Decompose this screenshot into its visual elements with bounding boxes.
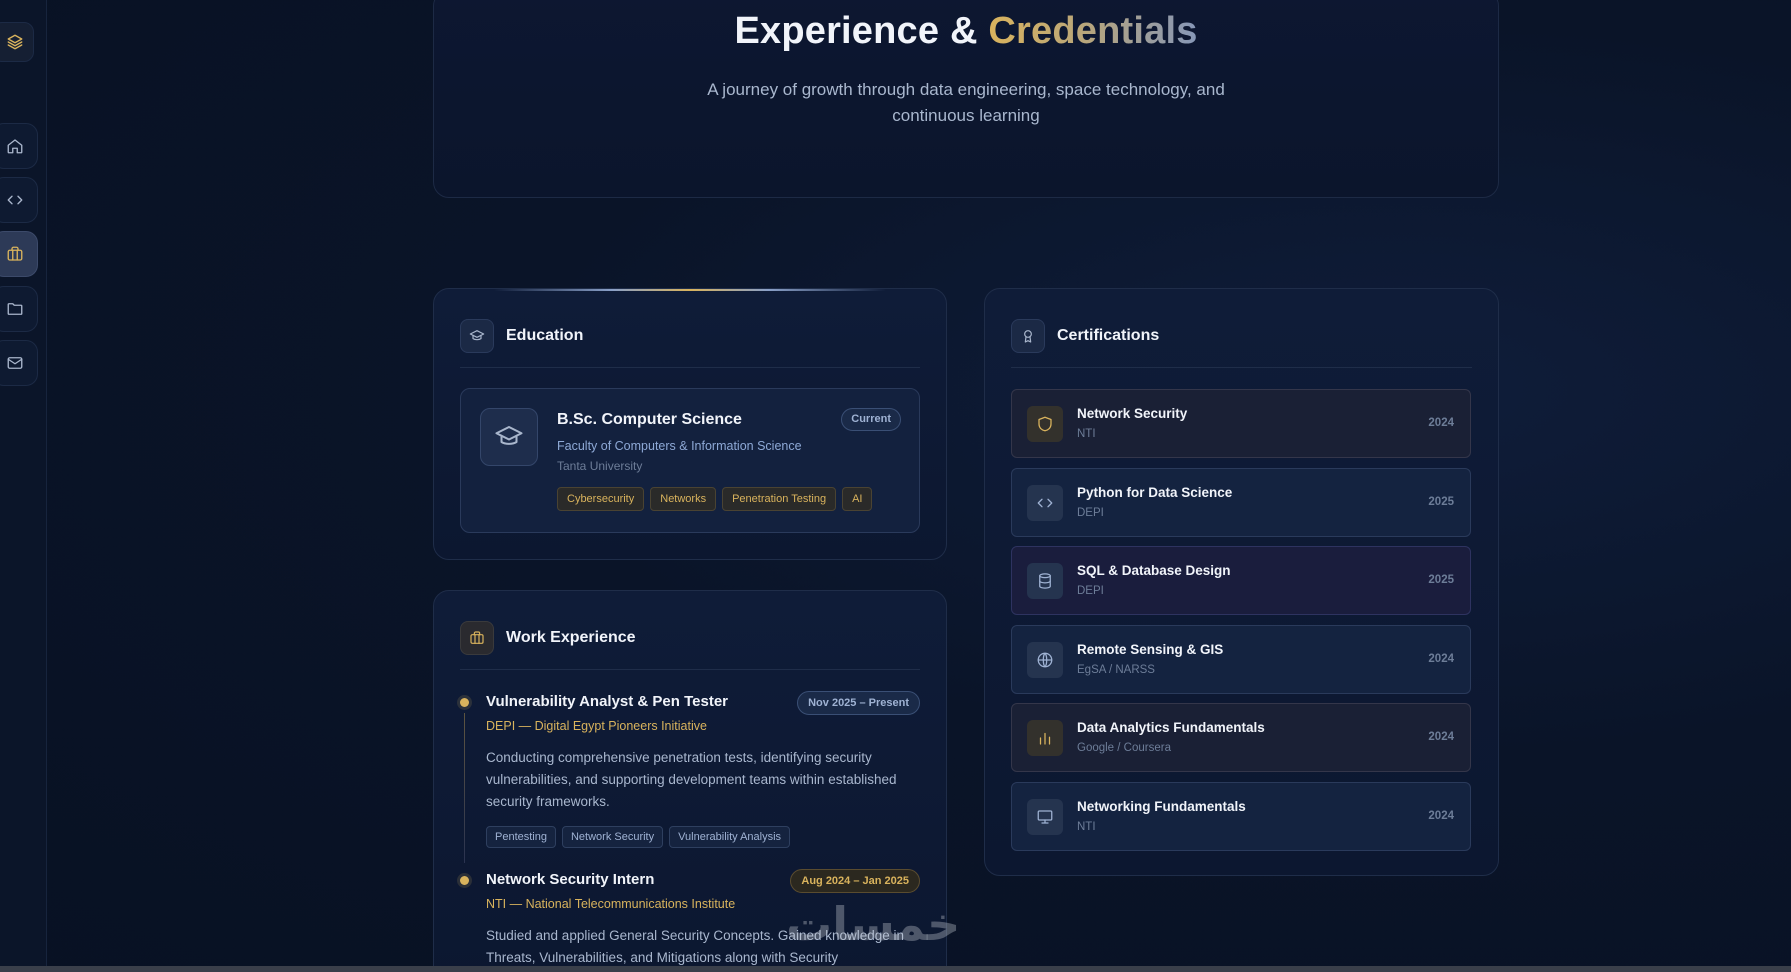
- page-title-main: Experience &: [734, 10, 989, 52]
- cert-year: 2024: [1428, 652, 1454, 665]
- cert-year: 2025: [1428, 574, 1454, 586]
- watermark-logo: خمسات: [786, 897, 961, 951]
- cert-name: Python for Data Science: [1077, 484, 1233, 500]
- cert-issuer: DEPI: [1077, 585, 1104, 597]
- nav-projects-button[interactable]: [0, 286, 38, 332]
- education-header: Education: [460, 316, 920, 368]
- cert-item[interactable]: SQL & Database Design DEPI 2025: [1011, 546, 1471, 615]
- cert-issuer: NTI: [1077, 820, 1096, 833]
- cert-name: SQL & Database Design: [1077, 563, 1231, 578]
- cert-icon-box: [1027, 563, 1063, 599]
- cert-issuer: EgSA / NARSS: [1077, 663, 1155, 676]
- cert-name: Networking Fundamentals: [1077, 798, 1246, 814]
- cert-item[interactable]: Data Analytics Fundamentals Google / Cou…: [1011, 703, 1471, 772]
- database-icon: [1039, 573, 1051, 589]
- sidebar: [0, 0, 47, 972]
- tag: Networks: [650, 487, 717, 511]
- cert-icon-box: [1027, 641, 1063, 678]
- award-icon: [1024, 329, 1032, 343]
- certifications-title: Certifications: [1057, 326, 1160, 344]
- nav-experience-button[interactable]: [0, 231, 38, 277]
- briefcase-icon: [470, 630, 484, 644]
- cert-year: 2024: [1428, 809, 1454, 822]
- page-subtitle: A journey of growth through data enginee…: [707, 80, 1225, 125]
- bottom-bar: [0, 966, 1791, 972]
- cert-item[interactable]: Networking Fundamentals NTI 2024: [1011, 781, 1471, 851]
- tag: Pentesting: [486, 826, 556, 848]
- tag: AI: [842, 487, 873, 511]
- job-tags: Pentesting Network Security Vulnerabilit…: [486, 826, 791, 848]
- tag: Vulnerability Analysis: [669, 826, 791, 848]
- cert-icon-box: [1027, 798, 1063, 835]
- education-item: B.Sc. Computer Science Faculty of Comput…: [460, 388, 920, 533]
- logo-button[interactable]: [0, 22, 34, 62]
- layers-icon: [7, 34, 23, 50]
- cert-item[interactable]: Python for Data Science DEPI 2025: [1011, 467, 1471, 537]
- tag: Penetration Testing: [722, 487, 837, 511]
- certifications-list: Network Security NTI 2024 Python for Dat…: [1011, 389, 1471, 860]
- section-header: Experience & Credentials A journey of gr…: [433, 0, 1499, 198]
- cert-name: Data Analytics Fundamentals: [1077, 720, 1265, 735]
- job-title: Vulnerability Analyst & Pen Tester: [486, 693, 729, 710]
- certifications-card: Certifications Network Security NTI 2024…: [984, 288, 1499, 876]
- nav-home-button[interactable]: [0, 123, 38, 169]
- nav-code-button[interactable]: [0, 177, 38, 223]
- certifications-header-icon: [1011, 318, 1045, 353]
- cert-year: 2024: [1428, 417, 1454, 429]
- degree-title: B.Sc. Computer Science: [557, 411, 742, 428]
- cert-item[interactable]: Network Security NTI 2024: [1011, 389, 1471, 458]
- shield-icon: [1038, 416, 1052, 432]
- cert-icon-box: [1027, 720, 1063, 756]
- education-card: Education B.Sc. Computer Science Faculty…: [433, 288, 947, 560]
- timeline-dot: [460, 876, 469, 885]
- cert-year: 2025: [1428, 495, 1454, 508]
- nav-contact-button[interactable]: [0, 340, 38, 386]
- timeline-dot: [460, 698, 469, 707]
- graduation-cap-icon: [469, 329, 485, 340]
- cert-icon-box: [1027, 406, 1063, 442]
- job-date-badge: Nov 2025 – Present: [797, 691, 920, 715]
- cert-name: Remote Sensing & GIS: [1077, 641, 1224, 657]
- job-organization: NTI — National Telecommunications Instit…: [486, 897, 736, 911]
- cert-item[interactable]: Remote Sensing & GIS EgSA / NARSS 2024: [1011, 624, 1471, 694]
- work-header: Work Experience: [460, 618, 920, 670]
- education-tags: Cybersecurity Networks Penetration Testi…: [557, 487, 873, 511]
- job-description: Conducting comprehensive penetration tes…: [486, 750, 897, 809]
- work-header-icon: [460, 620, 494, 655]
- tag: Cybersecurity: [557, 487, 645, 511]
- globe-icon: [1037, 652, 1053, 667]
- degree-university: Tanta University: [557, 459, 643, 473]
- mail-icon: [7, 357, 23, 369]
- cert-issuer: DEPI: [1077, 506, 1104, 519]
- home-icon: [7, 139, 23, 154]
- cert-name: Network Security: [1077, 406, 1188, 421]
- graduation-cap-icon: [495, 426, 523, 445]
- code-icon: [7, 195, 23, 205]
- page-title: Experience & Credentials: [434, 10, 1498, 53]
- code-icon: [1037, 498, 1053, 507]
- work-title: Work Experience: [506, 628, 636, 646]
- degree-icon-box: [480, 408, 538, 466]
- timeline-line: [464, 713, 465, 863]
- cert-icon-box: [1027, 484, 1063, 521]
- job-date-badge: Aug 2024 – Jan 2025: [790, 869, 920, 893]
- job-title: Network Security Intern: [486, 871, 655, 888]
- cert-issuer: NTI: [1077, 428, 1096, 440]
- status-badge: Current: [841, 408, 901, 431]
- monitor-icon: [1037, 809, 1053, 824]
- education-title: Education: [506, 326, 584, 344]
- education-header-icon: [460, 318, 494, 353]
- degree-faculty: Faculty of Computers & Information Scien…: [557, 439, 802, 453]
- bar-chart-icon: [1039, 732, 1051, 745]
- cert-year: 2024: [1428, 731, 1454, 743]
- certifications-header: Certifications: [1011, 316, 1472, 368]
- folder-icon: [7, 303, 23, 315]
- briefcase-icon: [7, 246, 23, 261]
- job-organization: DEPI — Digital Egypt Pioneers Initiative: [486, 719, 707, 733]
- page-title-accent: Credentials: [988, 10, 1198, 52]
- cert-issuer: Google / Coursera: [1077, 742, 1171, 754]
- tag: Network Security: [561, 826, 664, 848]
